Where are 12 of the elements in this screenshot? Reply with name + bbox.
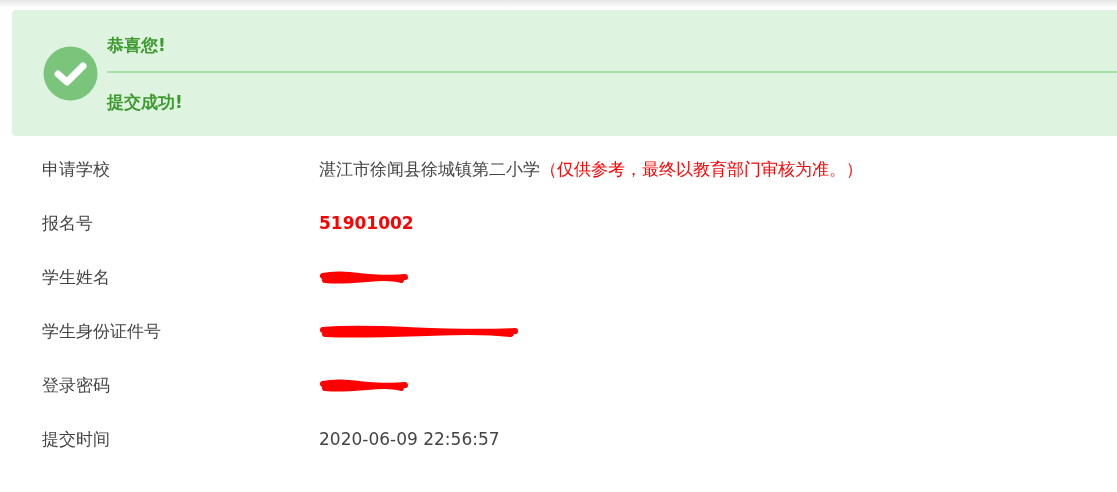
registration-number: 51901002 (319, 212, 414, 235)
field-value: 2020-06-09 22:56:57 (319, 428, 500, 451)
alert-title: 恭喜您! (107, 33, 167, 57)
field-label: 提交时间 (41, 428, 111, 451)
check-icon (43, 45, 98, 101)
field-label: 登录密码 (41, 374, 111, 397)
field-label: 学生姓名 (41, 266, 111, 289)
field-label: 学生身份证件号 (41, 320, 162, 343)
alert-message: 提交成功! (107, 90, 184, 114)
field-label: 报名号 (41, 212, 94, 235)
field-label: 申请学校 (41, 158, 111, 181)
school-value: 湛江市徐闻县徐城镇第二小学（仅供参考，最终以教育部门审核为准。） (319, 158, 863, 181)
